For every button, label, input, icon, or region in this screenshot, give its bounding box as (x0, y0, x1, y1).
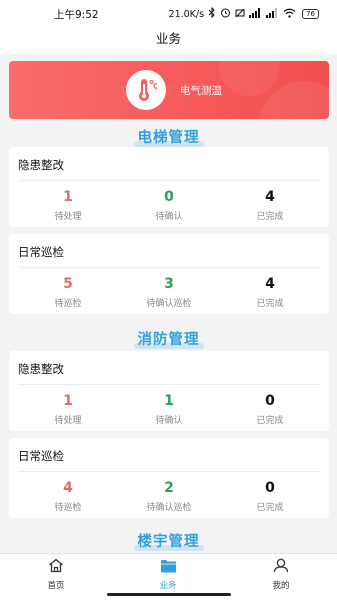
card-daily-inspection[interactable]: 日常巡检 4 待巡检 2 待确认巡检 0 已完成 (9, 438, 329, 518)
stat-label: 待确认 (155, 416, 183, 426)
stat-value: 4 (63, 480, 73, 496)
stat-inspection-to-confirm[interactable]: 2 待确认巡检 (116, 480, 222, 513)
nav-home[interactable]: 首页 (16, 558, 96, 591)
divider (18, 384, 320, 385)
banner-label: 电气测温 (180, 85, 222, 97)
status-time: 上午9:52 (54, 8, 99, 21)
stat-value: 3 (164, 276, 174, 292)
battery-indicator: 76 (302, 9, 319, 19)
mute-icon (235, 8, 245, 21)
stat-label: 已完成 (256, 416, 284, 426)
electric-temp-banner[interactable]: 电气测温 (9, 61, 329, 119)
alarm-icon (220, 7, 231, 21)
stat-to-inspect[interactable]: 5 待巡检 (15, 276, 121, 309)
stat-pending[interactable]: 1 待处理 (15, 393, 121, 426)
stat-label: 待巡检 (54, 503, 82, 513)
banner-decoration (219, 61, 279, 96)
card-title: 日常巡检 (18, 449, 64, 463)
stat-value: 2 (164, 480, 174, 496)
bluetooth-icon (208, 6, 216, 21)
wifi-icon (283, 8, 296, 21)
stat-value: 1 (63, 189, 73, 205)
nav-label: 我的 (272, 581, 290, 591)
stat-label: 待巡检 (54, 299, 82, 309)
nav-mine[interactable]: 我的 (241, 558, 321, 591)
stat-value: 4 (265, 276, 275, 292)
card-title: 隐患整改 (18, 362, 64, 376)
stat-label: 待处理 (54, 416, 82, 426)
stat-value: 0 (265, 393, 275, 409)
stat-value: 4 (265, 189, 275, 205)
stat-label: 待处理 (54, 212, 82, 222)
section-title-building: 楼宇管理 (0, 530, 337, 551)
card-title: 日常巡检 (18, 245, 64, 259)
status-bar: 上午9:52 21.0K/s 76 (0, 0, 337, 28)
stat-label: 已完成 (256, 299, 284, 309)
divider (18, 267, 320, 268)
stat-label: 已完成 (256, 212, 284, 222)
signal-icon-2 (266, 7, 279, 21)
stat-value: 0 (265, 480, 275, 496)
stat-value: 1 (63, 393, 73, 409)
stat-label: 待确认巡检 (146, 503, 192, 513)
stat-to-confirm[interactable]: 1 待确认 (116, 393, 222, 426)
stat-value: 0 (164, 189, 174, 205)
stat-completed[interactable]: 0 已完成 (217, 393, 323, 426)
folder-icon (160, 558, 177, 577)
nav-label: 业务 (159, 581, 177, 591)
stat-label: 已完成 (256, 503, 284, 513)
signal-icon-1 (249, 7, 262, 21)
thermometer-icon (126, 70, 166, 110)
stat-inspection-to-confirm[interactable]: 3 待确认巡检 (116, 276, 222, 309)
home-icon (48, 558, 64, 577)
net-speed: 21.0K/s (168, 8, 205, 20)
stat-value: 1 (164, 393, 174, 409)
stat-completed[interactable]: 4 已完成 (217, 276, 323, 309)
stat-pending[interactable]: 1 待处理 (15, 189, 121, 222)
nav-business[interactable]: 业务 (128, 558, 208, 591)
stat-value: 5 (63, 276, 73, 292)
stat-label: 待确认 (155, 212, 183, 222)
stat-completed[interactable]: 4 已完成 (217, 189, 323, 222)
stat-completed[interactable]: 0 已完成 (217, 480, 323, 513)
section-title-fire: 消防管理 (0, 328, 337, 349)
stat-label: 待确认巡检 (146, 299, 192, 309)
card-hazard-rectification[interactable]: 隐患整改 1 待处理 0 待确认 4 已完成 (9, 147, 329, 227)
user-icon (273, 558, 289, 577)
card-hazard-rectification[interactable]: 隐患整改 1 待处理 1 待确认 0 已完成 (9, 351, 329, 431)
home-indicator (107, 593, 231, 596)
stat-to-inspect[interactable]: 4 待巡检 (15, 480, 121, 513)
card-title: 隐患整改 (18, 158, 64, 172)
status-indicators: 21.0K/s 76 (168, 6, 319, 21)
section-title-elevator: 电梯管理 (0, 126, 337, 147)
divider (18, 471, 320, 472)
nav-label: 首页 (47, 581, 65, 591)
stat-to-confirm[interactable]: 0 待确认 (116, 189, 222, 222)
divider (18, 180, 320, 181)
page-title: 业务 (0, 28, 337, 54)
card-daily-inspection[interactable]: 日常巡检 5 待巡检 3 待确认巡检 4 已完成 (9, 234, 329, 314)
